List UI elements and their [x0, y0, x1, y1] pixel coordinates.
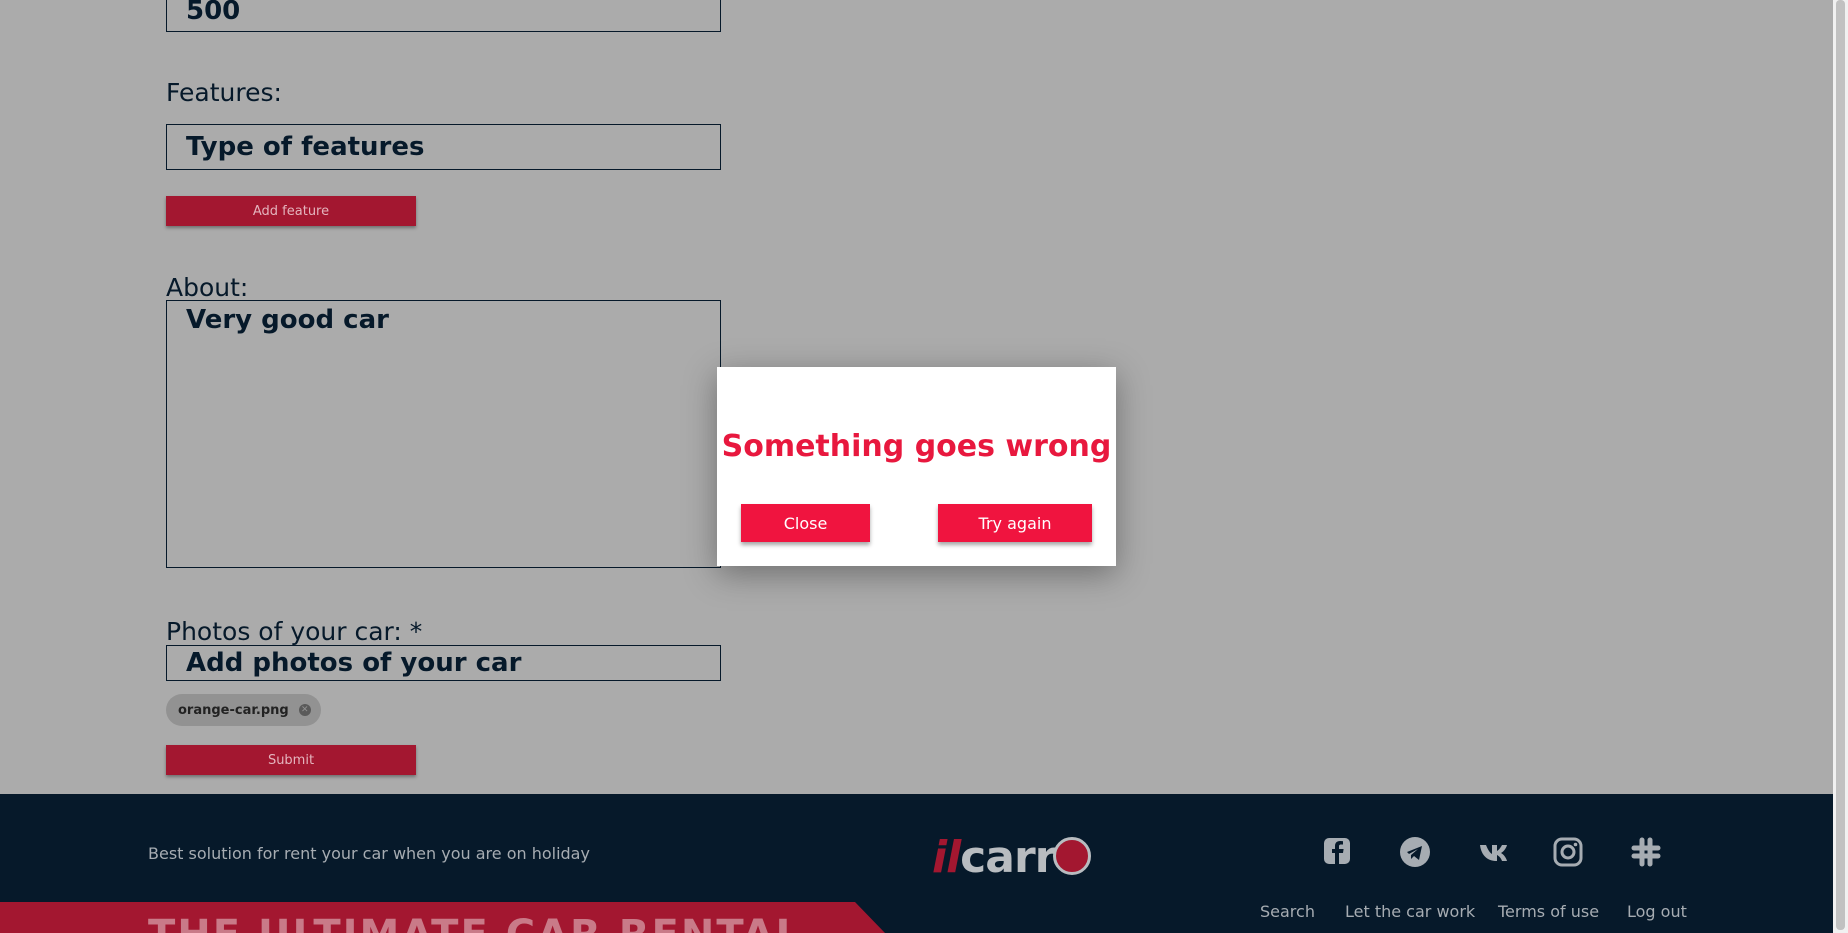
vk-icon[interactable]: [1478, 836, 1510, 868]
page-scrollbar[interactable]: [1833, 0, 1848, 933]
close-button[interactable]: Close: [741, 504, 870, 542]
submit-button[interactable]: Submit: [166, 745, 416, 775]
price-value: 500: [186, 0, 241, 26]
photos-placeholder: Add photos of your car: [186, 648, 522, 678]
slack-icon[interactable]: [1630, 836, 1662, 868]
photo-chip-label: orange-car.png: [178, 702, 289, 718]
footer: Best solution for rent your car when you…: [0, 794, 1833, 933]
footer-tagline: Best solution for rent your car when you…: [148, 844, 590, 863]
facebook-icon[interactable]: [1321, 836, 1353, 868]
photos-input[interactable]: Add photos of your car: [166, 645, 721, 681]
features-input[interactable]: Type of features: [166, 124, 721, 170]
instagram-icon[interactable]: [1552, 836, 1584, 868]
telegram-icon[interactable]: [1399, 836, 1431, 868]
footer-link-terms[interactable]: Terms of use: [1498, 902, 1599, 921]
about-label: About:: [166, 273, 249, 302]
footer-banner-text: THE ULTIMATE CAR RENTAL: [148, 912, 803, 933]
add-feature-button[interactable]: Add feature: [166, 196, 416, 226]
about-value: Very good car: [186, 305, 389, 335]
about-textarea[interactable]: Very good car: [166, 300, 721, 568]
try-again-button[interactable]: Try again: [938, 504, 1092, 542]
price-input[interactable]: 500: [166, 0, 721, 32]
remove-chip-icon[interactable]: ✕: [298, 704, 311, 716]
logo-carr: carr: [960, 832, 1056, 883]
photo-chip: orange-car.png ✕: [166, 694, 321, 726]
footer-logo[interactable]: ilcarr: [932, 832, 1092, 883]
footer-link-let-the-car-work[interactable]: Let the car work: [1345, 902, 1475, 921]
footer-link-search[interactable]: Search: [1260, 902, 1315, 921]
logo-car-icon: [1053, 837, 1092, 875]
features-placeholder: Type of features: [186, 132, 425, 162]
logo-il: il: [932, 832, 961, 883]
footer-link-logout[interactable]: Log out: [1627, 902, 1687, 921]
features-label: Features:: [166, 78, 282, 107]
error-dialog: Something goes wrong Close Try again: [717, 367, 1116, 566]
scrollbar-thumb[interactable]: [1836, 0, 1845, 930]
photos-label: Photos of your car: *: [166, 617, 423, 646]
dialog-title: Something goes wrong: [721, 429, 1112, 464]
